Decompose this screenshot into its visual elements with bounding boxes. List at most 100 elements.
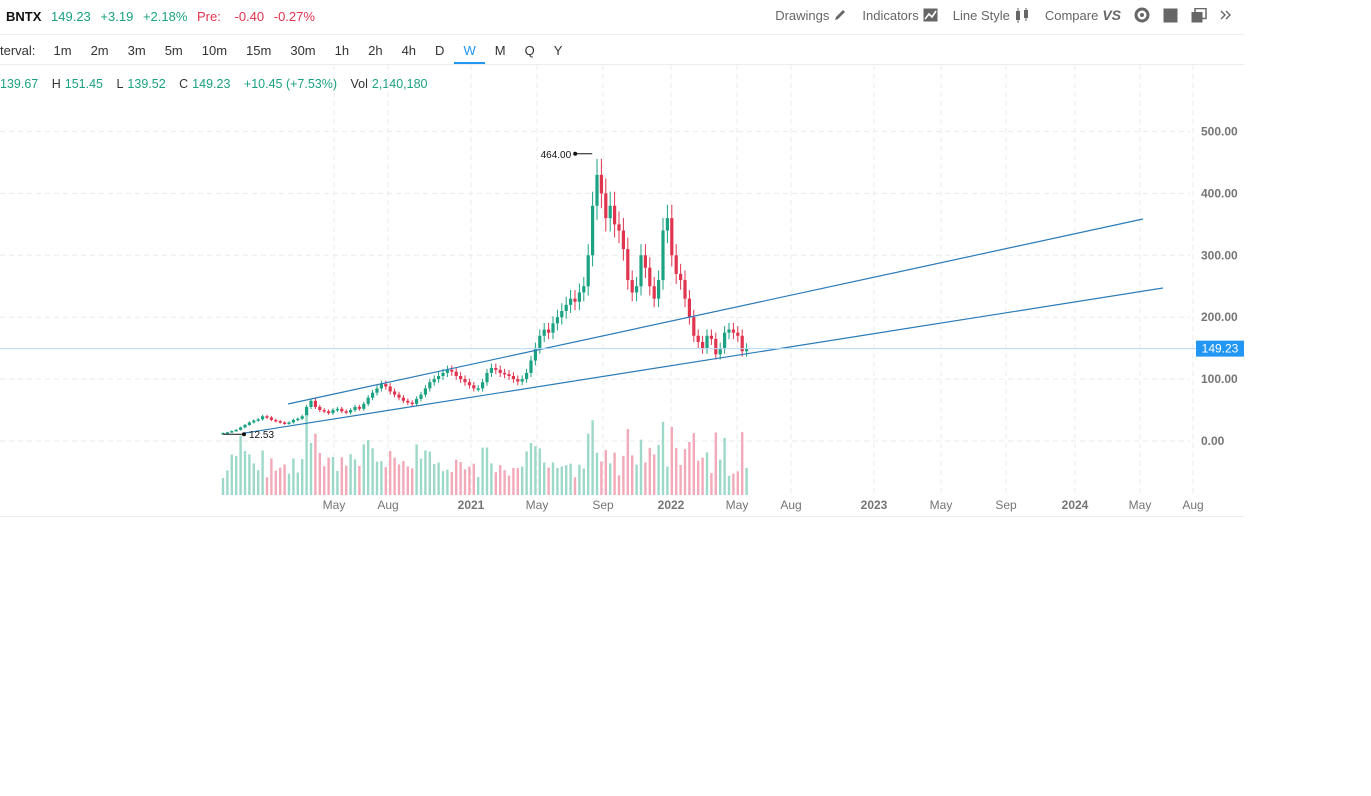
volume-bar — [490, 463, 493, 495]
volume-bar — [494, 472, 497, 495]
indicators-button[interactable]: Indicators — [862, 8, 938, 23]
line-style-button[interactable]: Line Style — [952, 7, 1030, 23]
candle-body — [428, 382, 432, 389]
volume-bar — [380, 461, 383, 495]
volume-bar — [296, 472, 299, 495]
drawings-button[interactable]: Drawings — [775, 8, 847, 23]
volume-bar — [679, 465, 682, 495]
volume-bar — [358, 466, 361, 495]
high-annotation: 464.00 — [541, 150, 572, 161]
fullscreen-button[interactable] — [1163, 8, 1178, 23]
volume-bar — [582, 468, 585, 495]
x-tick-label: Sep — [995, 498, 1017, 512]
volume-bar — [455, 459, 458, 495]
candle-body — [340, 408, 344, 412]
symbol[interactable]: BNTX — [6, 9, 41, 24]
candle-body — [234, 429, 238, 432]
candle-body — [687, 298, 691, 318]
candle-body — [569, 298, 573, 305]
volume-bar — [397, 464, 401, 495]
interval-option-30m[interactable]: 30m — [281, 35, 325, 64]
candle-body — [300, 416, 304, 419]
volume-bar — [472, 463, 475, 495]
candle-body — [745, 348, 749, 352]
x-tick-label: Sep — [592, 498, 614, 512]
volume-bar — [261, 450, 264, 495]
candle-body — [318, 406, 322, 411]
candle-body — [516, 379, 520, 382]
settings-button[interactable] — [1134, 7, 1150, 23]
volume-bar — [375, 461, 379, 495]
candle-body — [520, 379, 524, 382]
interval-option-1h[interactable]: 1h — [325, 35, 358, 64]
interval-option-4h[interactable]: 4h — [392, 35, 425, 64]
candle-body — [344, 411, 348, 413]
more-button[interactable] — [1220, 9, 1232, 21]
volume-bar — [248, 454, 251, 495]
candle-body — [419, 394, 423, 399]
volume-bar — [437, 462, 440, 495]
compare-label: Compare — [1044, 7, 1099, 23]
volume-bar — [736, 471, 739, 495]
interval-option-y[interactable]: Y — [544, 35, 572, 64]
candle-body — [709, 335, 713, 339]
candle-body — [388, 386, 392, 392]
candle-body — [705, 335, 709, 349]
volume-bar — [292, 458, 295, 495]
candle-body — [731, 329, 735, 333]
interval-option-m[interactable]: M — [485, 35, 515, 64]
interval-label: terval: — [0, 43, 36, 58]
compare-button[interactable]: Compare VS — [1045, 7, 1121, 23]
interval-option-2h[interactable]: 2h — [359, 35, 392, 64]
volume-bar — [309, 443, 313, 495]
candle-body — [555, 317, 559, 324]
interval-option-3m[interactable]: 3m — [118, 35, 155, 64]
x-tick-label: 2024 — [1062, 498, 1089, 512]
volume-bar — [534, 446, 537, 495]
vs-icon: VS — [1102, 7, 1121, 23]
trendline-lower — [244, 287, 1164, 434]
interval-bar: terval: 1m 2m 3m 5m 10m 15m 30m 1h 2h 4h D W M Q Y — [0, 35, 1244, 65]
interval-option-w[interactable]: W — [453, 35, 486, 64]
volume-bar — [675, 448, 678, 495]
candle-body — [635, 286, 639, 293]
volume-bar — [252, 463, 255, 495]
interval-option-d[interactable]: D — [426, 35, 454, 64]
candle-body — [423, 388, 427, 395]
candle-body — [401, 397, 405, 401]
volume-bar — [318, 453, 321, 495]
interval-option-q[interactable]: Q — [515, 35, 544, 64]
low-annotation: 12.53 — [249, 430, 274, 441]
volume-bar — [587, 433, 590, 495]
candle-body — [670, 218, 674, 256]
candle-body — [476, 388, 480, 390]
volume-bar — [578, 464, 581, 495]
interval-option-15m[interactable]: 15m — [237, 35, 281, 64]
candle-body — [661, 230, 665, 281]
volume-bar — [239, 435, 242, 495]
candle-body — [454, 371, 458, 377]
popout-button[interactable] — [1191, 7, 1207, 23]
volume-bar — [367, 439, 370, 495]
candle-body — [525, 372, 529, 380]
square-icon — [1163, 8, 1178, 22]
volume-bar — [657, 445, 660, 495]
price-chart[interactable]: 500.00 400.00 300.00 200.00 100.00 0.00 May Aug… — [0, 65, 1244, 517]
volume-bar — [406, 466, 409, 495]
interval-option-2m[interactable]: 2m — [81, 35, 118, 64]
candle-body — [595, 174, 599, 206]
quote-summary: BNTX 149.23 +3.19 +2.18% Pre: -0.40 -0.2… — [6, 9, 321, 24]
interval-option-1m[interactable]: 1m — [44, 35, 81, 64]
candle-body — [397, 394, 401, 398]
volume-bar — [503, 470, 506, 495]
volume-bar — [521, 466, 524, 495]
line-style-label: Line Style — [952, 7, 1010, 23]
candle-body — [463, 379, 467, 383]
volume-bar — [433, 464, 436, 495]
volume-bar — [595, 452, 599, 495]
volume-bar — [512, 468, 515, 495]
candle-body — [467, 382, 471, 386]
volume-bar — [727, 475, 731, 495]
interval-option-10m[interactable]: 10m — [192, 35, 236, 64]
interval-option-5m[interactable]: 5m — [155, 35, 192, 64]
